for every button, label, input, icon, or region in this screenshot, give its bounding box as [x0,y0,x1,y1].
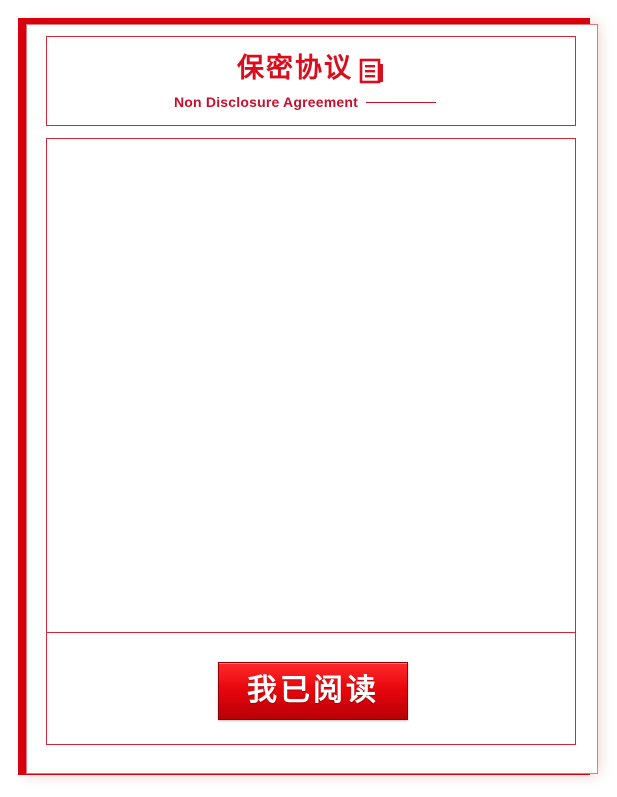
page-title: 保密协议 [237,53,353,84]
subtitle-divider [366,102,436,103]
page-subtitle: Non Disclosure Agreement [174,94,358,110]
content-divider [47,632,575,633]
title-row: 保密协议 [47,51,575,87]
agreement-card: 保密协议 Non Disclosure Agreement 我已阅读 [26,24,598,774]
subtitle-row: Non Disclosure Agreement [174,92,436,112]
agreement-content: 我已阅读 [46,138,576,745]
agreement-header: 保密协议 Non Disclosure Agreement [46,36,576,126]
agreement-text-area[interactable] [47,139,575,632]
document-icon [359,57,385,85]
read-confirm-button[interactable]: 我已阅读 [218,662,408,720]
